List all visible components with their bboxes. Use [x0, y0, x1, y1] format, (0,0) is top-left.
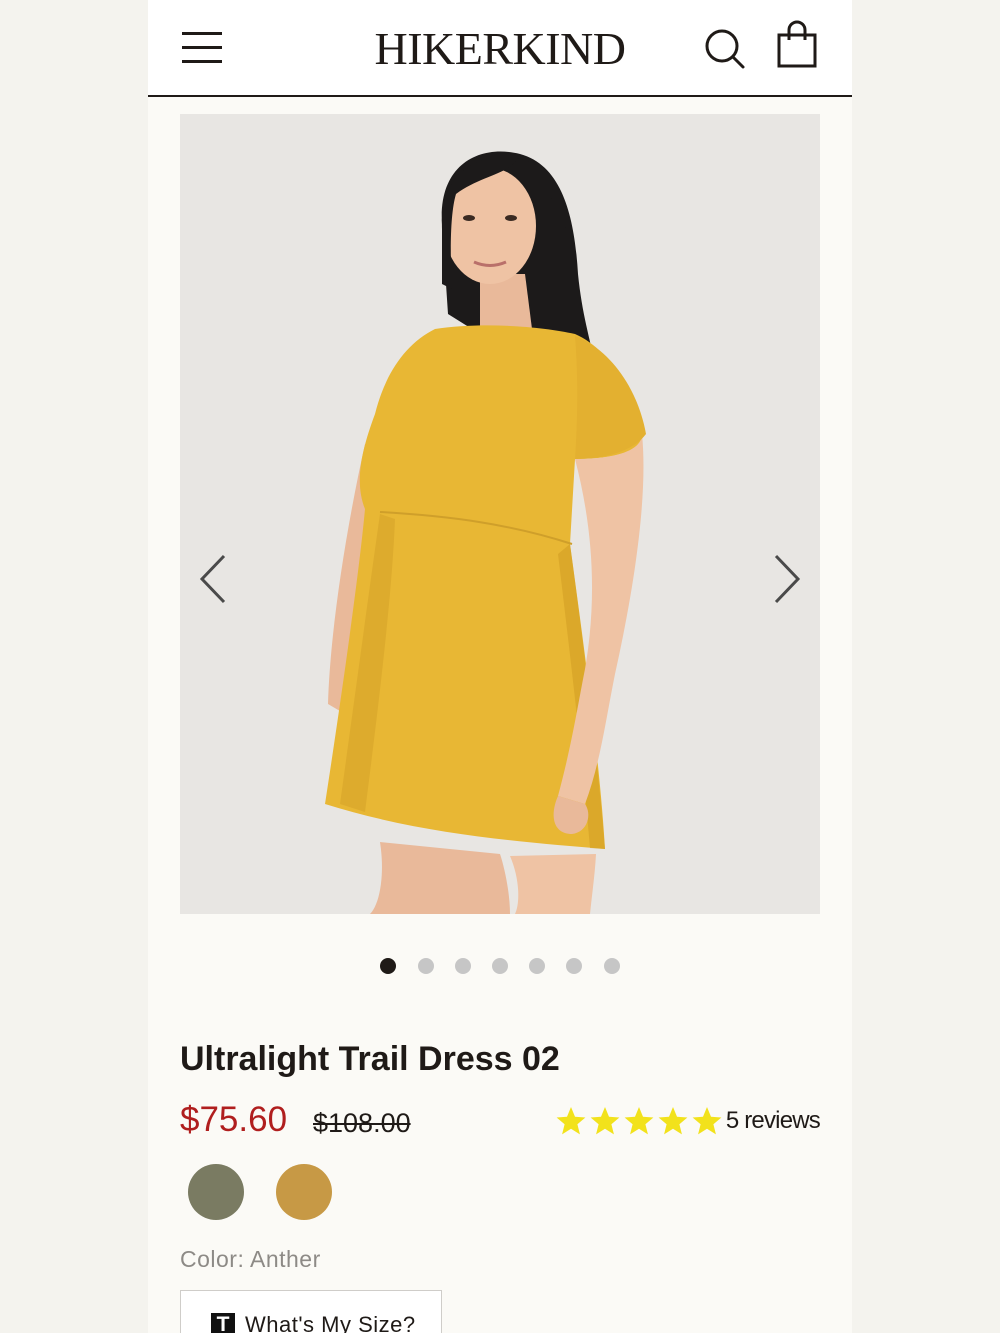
star-icon [590, 1107, 620, 1135]
carousel-dot[interactable] [417, 958, 434, 974]
product-title: Ultralight Trail Dress 02 [180, 1040, 560, 1078]
selected-color-label: Color: Anther [180, 1246, 321, 1272]
carousel-dot[interactable] [603, 958, 620, 974]
carousel-dot[interactable] [566, 958, 583, 974]
whats-my-size-label: What's My Size? [245, 1312, 416, 1333]
star-icon [692, 1107, 722, 1135]
carousel-dot[interactable] [380, 958, 397, 974]
sale-price: $75.60 [180, 1100, 288, 1139]
carousel-dot[interactable] [492, 958, 508, 974]
color-swatch-anther[interactable] [276, 1164, 332, 1220]
original-price: $108.00 [313, 1108, 411, 1138]
reviews-count: 5 reviews [725, 1107, 821, 1134]
previous-image-chevron-left-icon[interactable] [194, 549, 234, 609]
size-tool-logo-icon: T [211, 1313, 235, 1333]
product-page: HIKERKIND Ultralight Trail Dress 02 $75.… [148, 0, 852, 1333]
color-swatch-olive[interactable] [188, 1164, 244, 1220]
product-photo [180, 114, 820, 914]
star-icon [556, 1107, 586, 1135]
carousel-dot[interactable] [529, 958, 546, 974]
site-header: HIKERKIND [148, 0, 852, 97]
whats-my-size-button[interactable]: T What's My Size? [180, 1290, 442, 1333]
reviews-summary-link[interactable]: 5 reviews [554, 1103, 821, 1139]
carousel-pagination [148, 958, 852, 974]
star-icon [658, 1107, 688, 1135]
star-rating [554, 1105, 724, 1137]
product-image-carousel[interactable] [180, 114, 820, 914]
carousel-dot[interactable] [454, 958, 471, 974]
search-icon[interactable] [703, 26, 747, 70]
shopping-bag-icon[interactable] [775, 20, 821, 70]
next-image-chevron-right-icon[interactable] [766, 549, 806, 609]
star-icon [624, 1107, 654, 1135]
